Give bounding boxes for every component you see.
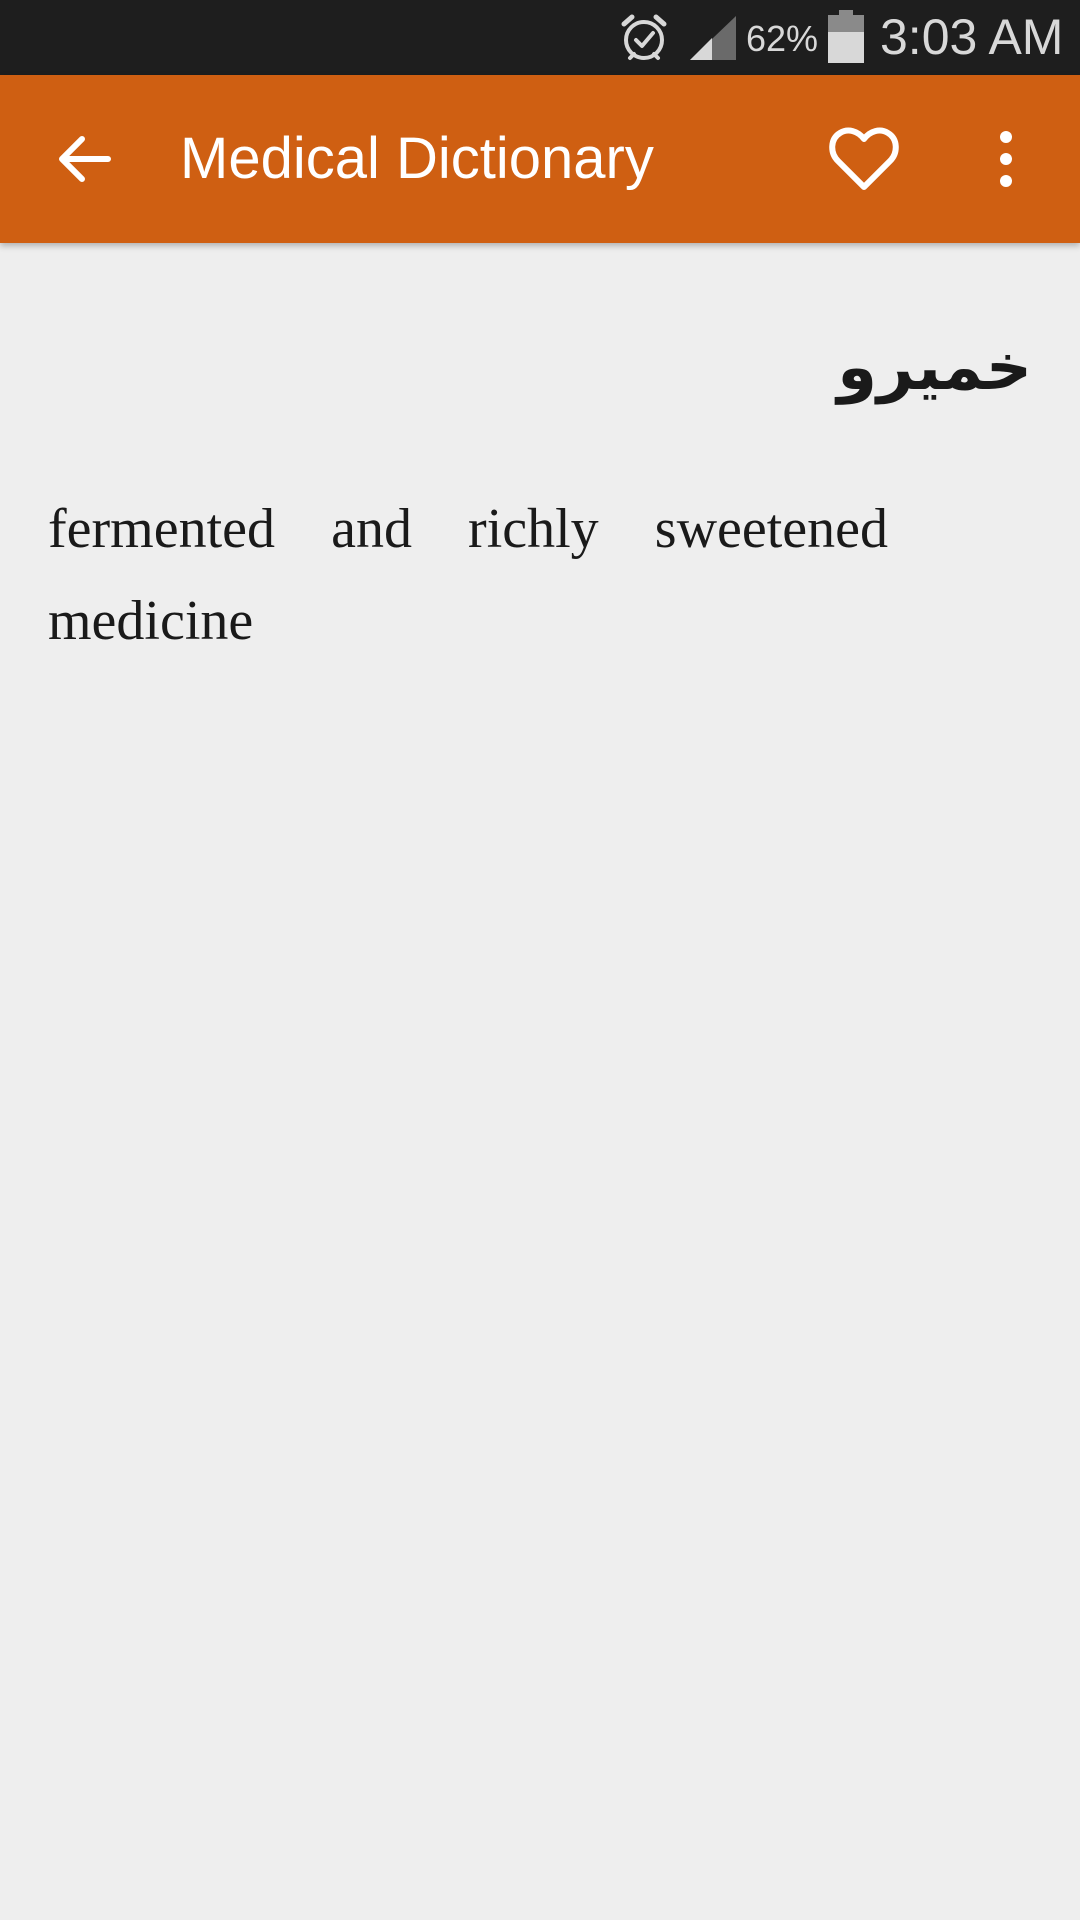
app-bar: Medical Dictionary xyxy=(0,75,1080,243)
alarm-icon xyxy=(621,14,667,60)
heart-icon[interactable] xyxy=(828,125,900,193)
signal-icon xyxy=(690,16,736,60)
entry-definition: fermented and richly sweetened medicine xyxy=(48,498,888,652)
battery-percent: 62% xyxy=(746,18,819,59)
entry-content: خمیرو fermented and richly sweetened med… xyxy=(0,243,1080,1920)
back-arrow-icon[interactable] xyxy=(52,127,116,191)
clock: 3:03 AM xyxy=(880,9,1064,65)
battery-icon xyxy=(828,10,864,63)
more-vert-icon[interactable] xyxy=(986,125,1026,193)
app-title: Medical Dictionary xyxy=(180,126,654,191)
entry-term: خمیرو xyxy=(837,331,1032,405)
status-bar: 62% 3:03 AM xyxy=(0,0,1080,75)
